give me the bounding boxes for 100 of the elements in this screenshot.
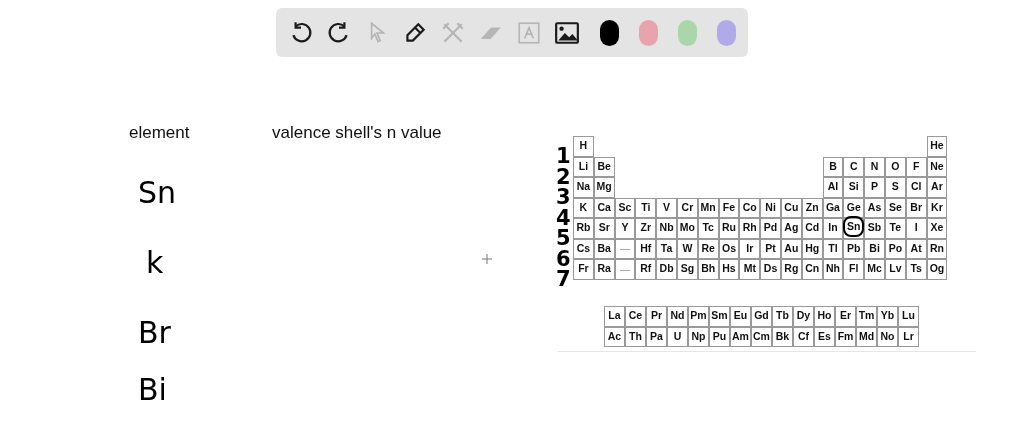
element-symbol: In (828, 222, 838, 233)
element-symbol: Eu (733, 310, 748, 321)
element-symbol: Og (929, 263, 945, 274)
element-symbol: Tc (702, 222, 714, 233)
element-symbol: Fl (849, 263, 859, 274)
element-symbol: Ni (765, 201, 776, 212)
element-symbol: Pa (650, 330, 663, 341)
element-symbol: V (663, 201, 671, 212)
element-symbol: Sr (598, 222, 610, 233)
element-symbol: Sm (711, 310, 728, 321)
element-symbol: Lv (889, 263, 902, 274)
element-symbol: Au (784, 242, 799, 253)
handwritten-symbol: Bi (138, 375, 167, 405)
element-symbol: Bi (869, 242, 880, 253)
element-symbol: I (914, 222, 918, 233)
handwritten-period-number: 5 (556, 228, 572, 249)
color-swatch[interactable] (639, 19, 658, 46)
element-symbol: Yb (880, 310, 895, 321)
element-symbol: Ir (746, 242, 754, 253)
element-symbol: Nb (659, 222, 674, 233)
element-symbol: Pt (765, 242, 776, 253)
element-symbol: Sc (618, 201, 632, 212)
element-symbol: Hf (640, 242, 652, 253)
element-symbol: Rh (742, 222, 757, 233)
element-symbol: Nd (670, 310, 685, 321)
element-symbol: La (608, 310, 621, 321)
element-symbol: Ar (931, 181, 943, 192)
element-symbol: Lu (902, 310, 915, 321)
series-placeholder-mark (620, 249, 630, 250)
element-symbol: Sg (680, 263, 695, 274)
element-symbol: S (891, 181, 899, 192)
element-symbol: Rg (784, 263, 799, 274)
element-symbol: Ds (763, 263, 778, 274)
element-symbol: As (867, 201, 882, 212)
element-symbol: Ra (597, 263, 611, 274)
handwritten-period-number: 6 (556, 248, 572, 269)
element-symbol: Db (659, 263, 674, 274)
handwritten-period-number: 4 (556, 207, 572, 228)
color-swatch[interactable] (678, 19, 697, 46)
element-symbol: Md (858, 330, 875, 341)
element-symbol: Se (888, 201, 902, 212)
element-symbol: B (829, 160, 837, 171)
element-symbol: Co (742, 201, 757, 212)
element-symbol: U (673, 330, 682, 341)
element-symbol: Re (701, 242, 715, 253)
element-symbol: F (912, 160, 920, 171)
element-symbol: Zn (805, 201, 819, 212)
element-symbol: Dy (796, 310, 811, 321)
color-swatch[interactable] (717, 19, 736, 46)
element-symbol: Mn (700, 201, 716, 212)
handwritten-period-number: 3 (556, 187, 572, 208)
element-symbol: H (579, 140, 588, 151)
element-symbol: Fm (837, 330, 854, 341)
element-symbol: Nh (825, 263, 840, 274)
column-heading: valence shell's n value (272, 122, 442, 144)
element-symbol: Tb (776, 310, 789, 321)
element-symbol: No (880, 330, 895, 341)
element-symbol: Kr (931, 201, 943, 212)
element-symbol: Pu (712, 330, 727, 341)
element-symbol: Pb (847, 242, 861, 253)
handwritten-symbol: k (146, 248, 164, 278)
element-symbol: Ag (784, 222, 799, 233)
element-symbol: Li (578, 160, 589, 171)
image-icon[interactable] (554, 19, 580, 46)
element-symbol: Ca (597, 201, 611, 212)
element-symbol: Cn (805, 263, 820, 274)
element-symbol: Ti (641, 201, 651, 212)
element-symbol: Gd (754, 310, 769, 321)
color-swatch[interactable] (600, 19, 619, 46)
element-symbol: Cm (753, 330, 770, 341)
element-symbol: At (910, 242, 922, 253)
element-symbol: Ne (930, 160, 944, 171)
element-symbol: C (849, 160, 858, 171)
element-symbol: Na (576, 181, 591, 192)
handwritten-symbol: Br (138, 318, 171, 348)
element-symbol: Th (629, 330, 642, 341)
element-symbol: Mc (867, 263, 882, 274)
element-symbol: Si (848, 181, 859, 192)
element-symbol: Am (732, 330, 749, 341)
handwritten-period-number: 2 (556, 166, 572, 187)
element-symbol: N (870, 160, 879, 171)
element-symbol: Ho (817, 310, 832, 321)
element-symbol: Pm (690, 310, 707, 321)
element-symbol: Bh (701, 263, 716, 274)
element-symbol: Bk (775, 330, 790, 341)
element-symbol: Al (827, 181, 839, 192)
element-symbol: Y (621, 222, 629, 233)
element-symbol: Po (888, 242, 903, 253)
element-symbol: Er (839, 310, 852, 321)
series-placeholder-mark (620, 269, 630, 271)
element-symbol: Hg (805, 242, 820, 253)
element-symbol: Pr (650, 310, 663, 321)
element-symbol: Zr (640, 222, 652, 233)
element-symbol: Ge (846, 201, 861, 212)
element-symbol: Ce (628, 310, 643, 321)
element-symbol: Mo (679, 222, 695, 233)
element-symbol: Ac (607, 330, 622, 341)
element-symbol: Rb (576, 222, 591, 233)
element-symbol: K (579, 201, 588, 212)
element-symbol: Ru (721, 222, 736, 233)
